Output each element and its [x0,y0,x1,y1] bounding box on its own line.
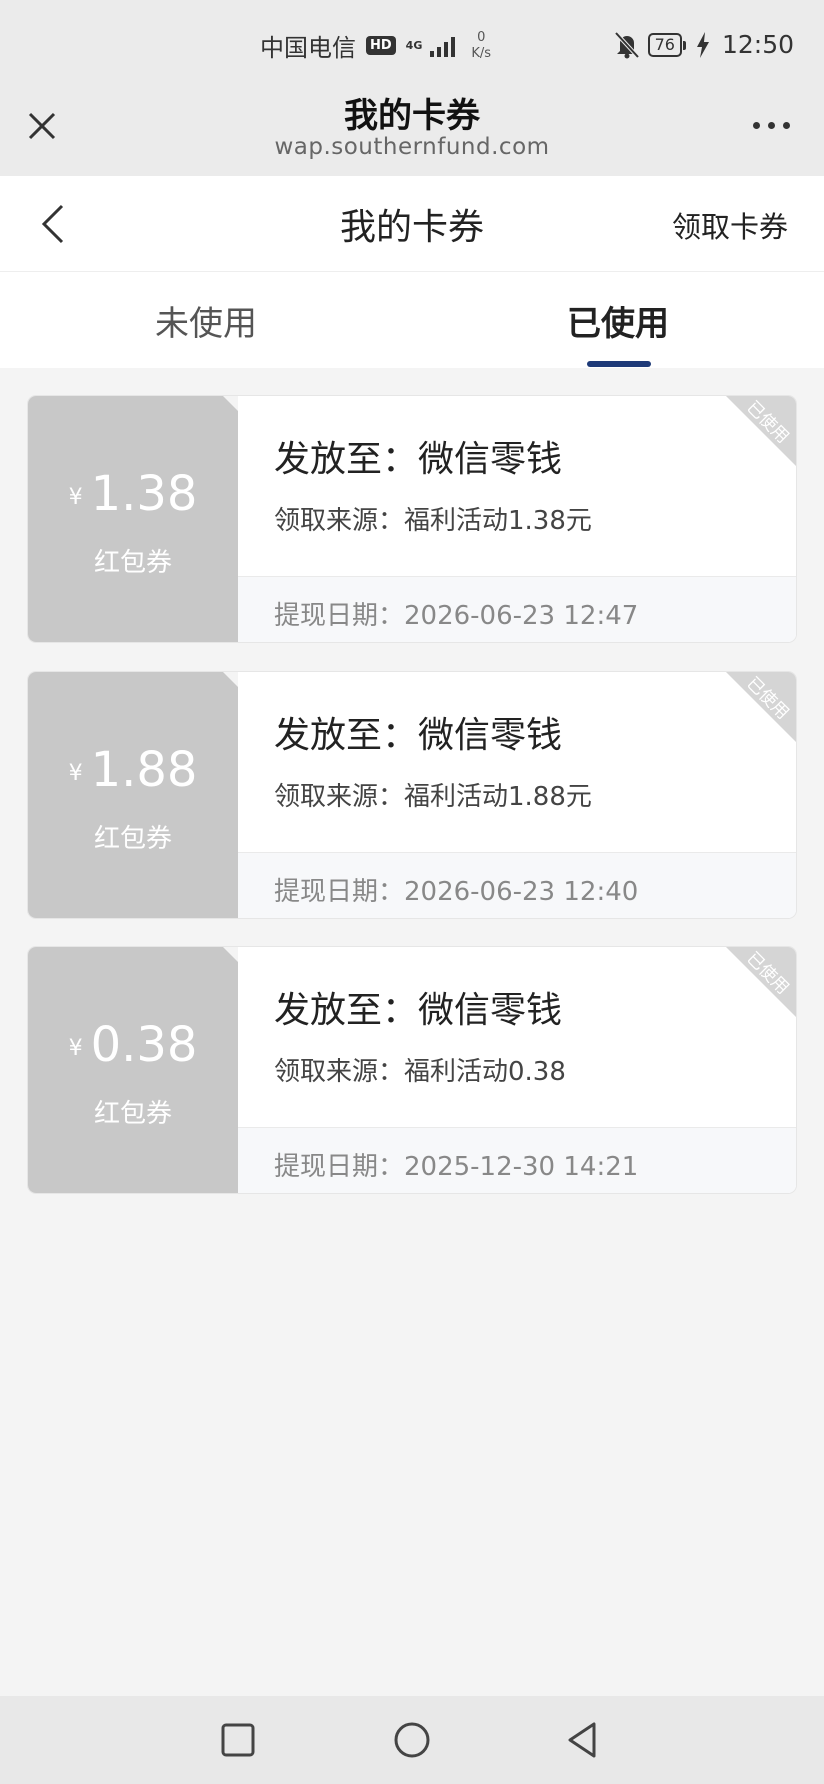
withdraw-date: 提现日期：2026-06-23 12:40 [274,877,639,907]
coupon-amount: ¥1.38 [28,466,238,522]
battery-indicator: 76 [647,32,687,57]
coupon-type: 红包券 [93,1099,172,1129]
coupon-source: 领取来源：福利活动1.38元 [274,506,592,536]
page-header: 我的卡券 领取卡券 [0,176,824,272]
coupon-target: 发放至：微信零钱 [274,990,563,1031]
used-stamp-icon: 已使用 [726,672,796,742]
charging-icon [696,31,709,58]
coupon-footer: 提现日期：2026-06-23 12:47 [238,576,796,642]
coupon-notch [222,947,238,962]
status-bar: 中国电信 HD 4G 0 K/s 76 12:50 [0,0,824,88]
browser-header: 我的卡券 wap.southernfund.com [0,88,824,176]
withdraw-date: 提现日期：2026-06-23 12:47 [274,601,639,631]
claim-coupon-link[interactable]: 领取卡券 [672,204,788,246]
coupon-target: 发放至：微信零钱 [274,439,563,480]
coupon-target: 发放至：微信零钱 [274,715,563,756]
coupon-footer: 提现日期：2026-06-23 12:40 [238,852,796,918]
tab-unused[interactable]: 未使用 [0,296,412,345]
coupon-source: 领取来源：福利活动0.38 [274,1057,566,1087]
more-options-icon[interactable] [753,122,790,129]
currency-symbol: ¥ [68,485,83,510]
amount-value: 0.38 [90,1017,198,1073]
clock: 12:50 [721,30,794,59]
home-icon[interactable] [390,1718,434,1762]
coupon-details: 发放至：微信零钱 领取来源：福利活动1.38元 提现日期：2026-06-23 … [238,396,796,642]
amount-value: 1.88 [90,742,198,798]
coupon-amount: ¥1.88 [28,742,238,798]
browser-url: wap.southernfund.com [274,134,550,160]
amount-value: 1.38 [90,466,198,522]
mute-bell-icon [614,31,640,58]
currency-symbol: ¥ [68,761,83,786]
speed-value: 0 [477,29,486,45]
withdraw-date: 提现日期：2025-12-30 14:21 [274,1152,639,1182]
coupon-notch [222,672,238,687]
tab-used[interactable]: 已使用 [412,296,824,345]
hd-badge: HD [366,36,396,55]
network-speed: 0 K/s [471,30,491,62]
coupon-source: 领取来源：福利活动1.88元 [274,782,592,812]
browser-title: 我的卡券 [344,96,480,136]
coupon-details: 发放至：微信零钱 领取来源：福利活动1.88元 提现日期：2026-06-23 … [238,672,796,918]
coupon-amount: ¥0.38 [28,1017,238,1073]
status-network: 中国电信 HD 4G 0 K/s [260,28,491,63]
recent-apps-icon[interactable] [216,1718,260,1762]
status-system: 76 12:50 [614,30,794,59]
coupon-card[interactable]: ¥1.38 红包券 发放至：微信零钱 领取来源：福利活动1.38元 提现日期：2… [28,396,796,642]
coupon-type: 红包券 [93,824,172,854]
signal-icon [430,35,456,57]
coupon-tabs: 未使用 已使用 [0,272,824,368]
network-type: 4G [405,38,423,52]
coupon-value-panel: ¥1.38 红包券 [28,396,238,642]
system-nav-bar [0,1696,824,1784]
active-tab-indicator [587,361,651,367]
coupon-details: 发放至：微信零钱 领取来源：福利活动0.38 提现日期：2025-12-30 1… [238,947,796,1193]
coupon-type: 红包券 [93,548,172,578]
used-stamp-icon: 已使用 [726,396,796,466]
speed-unit: K/s [471,45,492,61]
coupon-value-panel: ¥1.88 红包券 [28,672,238,918]
coupon-footer: 提现日期：2025-12-30 14:21 [238,1127,796,1193]
back-icon[interactable] [562,1718,606,1762]
carrier-name: 中国电信 [260,34,356,62]
currency-symbol: ¥ [68,1036,83,1061]
coupon-value-panel: ¥0.38 红包券 [28,947,238,1193]
coupon-card[interactable]: ¥1.88 红包券 发放至：微信零钱 领取来源：福利活动1.88元 提现日期：2… [28,672,796,918]
used-stamp-icon: 已使用 [726,947,796,1017]
coupon-notch [222,396,238,411]
coupon-card[interactable]: ¥0.38 红包券 发放至：微信零钱 领取来源：福利活动0.38 提现日期：20… [28,947,796,1193]
